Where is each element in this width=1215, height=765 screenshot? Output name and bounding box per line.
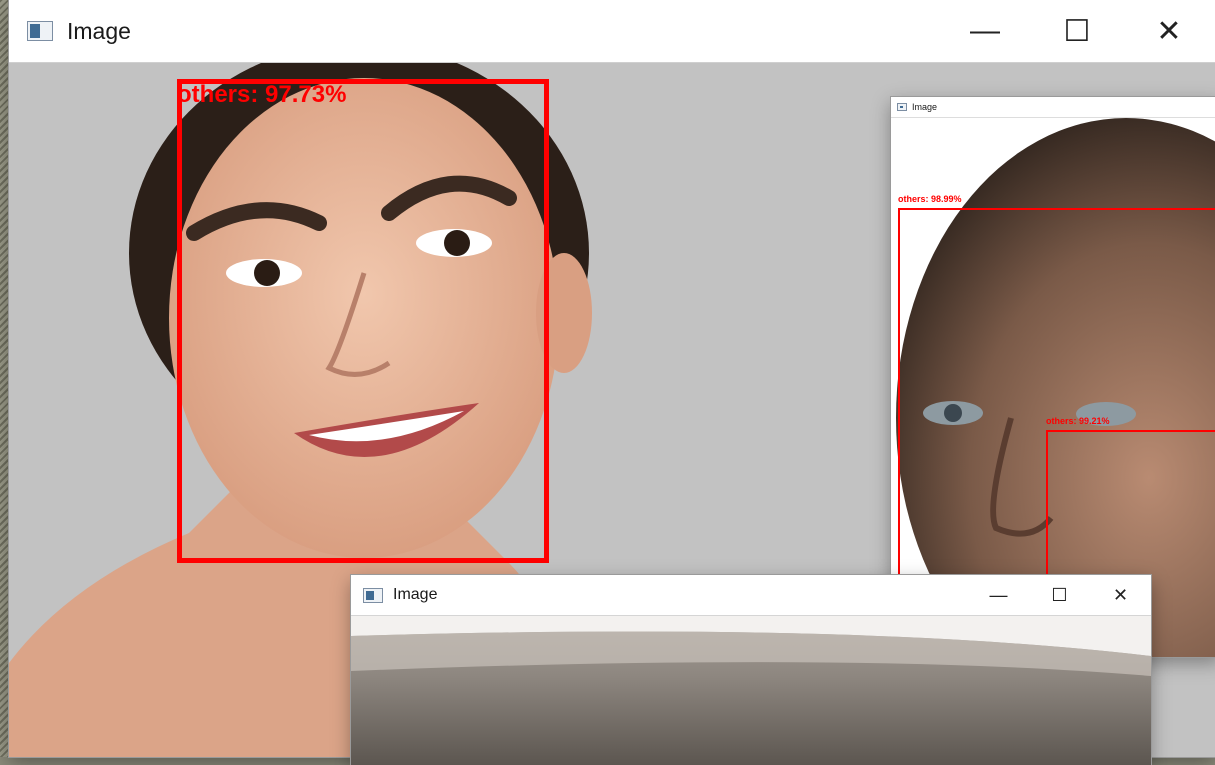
right-window-titlebar[interactable]: Image <box>891 97 1215 118</box>
close-button[interactable]: ✕ <box>1090 575 1151 615</box>
maximize-button[interactable]: ☐ <box>1031 0 1123 62</box>
image-canvas <box>351 616 1151 765</box>
detection-label: others: 99.21% <box>1046 416 1110 426</box>
main-window-titlebar[interactable]: Image — ☐ ✕ <box>9 0 1215 63</box>
window-title: Image <box>67 17 131 44</box>
bottom-image-window: Image — ☐ ✕ <box>351 575 1151 765</box>
minimize-button[interactable]: — <box>968 575 1029 615</box>
window-title: Image <box>393 586 438 603</box>
window-title: Image <box>912 102 938 112</box>
detection-label: others: 98.99% <box>898 194 962 204</box>
right-image-window: Image others: 98.99% others: 99.21% <box>891 97 1215 657</box>
minimize-button[interactable]: — <box>939 0 1031 62</box>
detection-label: others: 97.73% <box>177 81 347 108</box>
app-window-icon <box>897 103 907 111</box>
maximize-button[interactable]: ☐ <box>1029 575 1090 615</box>
app-window-icon <box>27 21 53 41</box>
app-window-icon <box>363 587 383 603</box>
face-detection-box <box>177 79 549 563</box>
webcam-frame <box>351 616 1151 676</box>
bottom-window-titlebar[interactable]: Image — ☐ ✕ <box>351 575 1151 616</box>
close-button[interactable]: ✕ <box>1123 0 1215 62</box>
